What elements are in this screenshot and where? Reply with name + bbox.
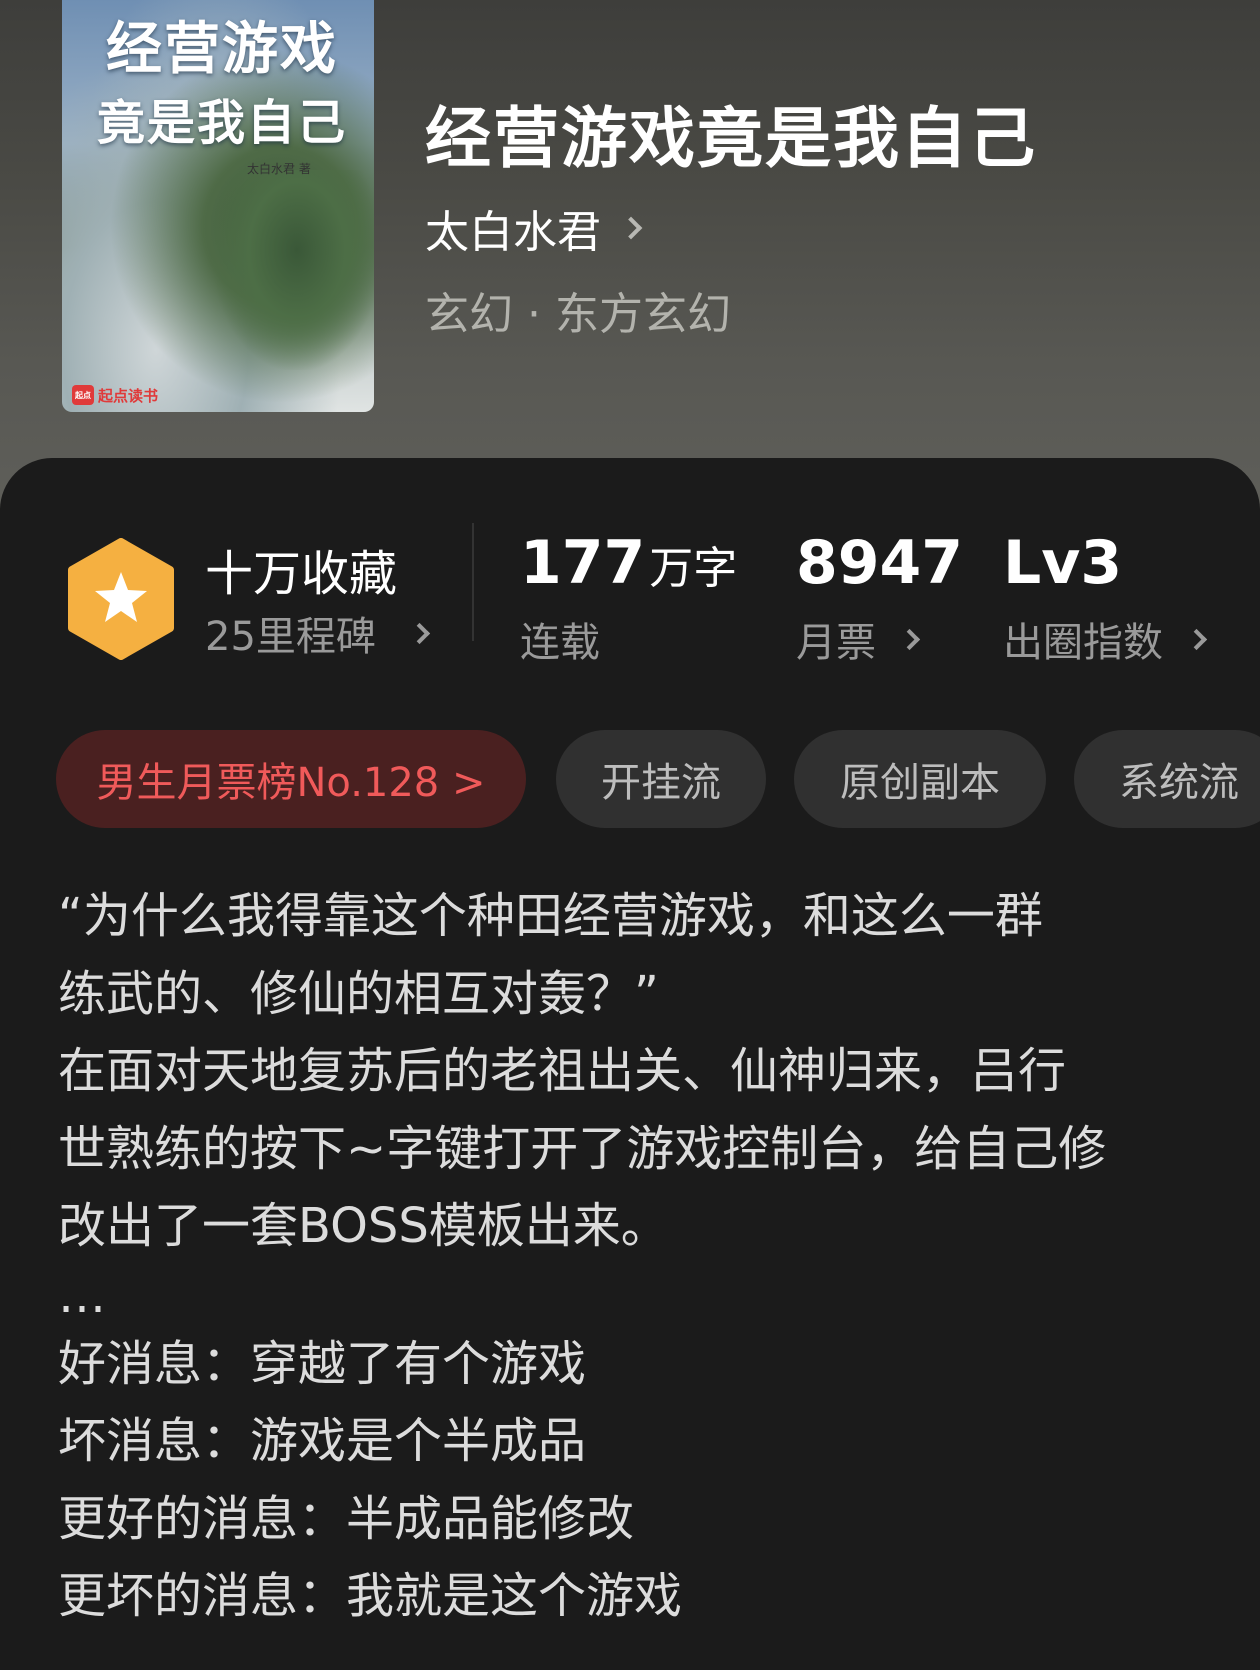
- description-line: …: [58, 1267, 106, 1324]
- collection-milestone-link[interactable]: 25里程碑: [205, 604, 431, 662]
- monthly-ticket-count: 8947: [796, 528, 963, 598]
- description-line: 更好的消息：半成品能修改: [58, 1490, 635, 1547]
- collection-milestone-title[interactable]: 十万收藏: [205, 534, 397, 604]
- cover-title-line1: 经营游戏: [106, 16, 338, 82]
- brand-name: 起点读书: [98, 386, 159, 405]
- breakout-index-level: Lv3: [1003, 528, 1123, 598]
- stats-row: 十万收藏 25里程碑 177万字 连载 8947 月票 Lv3 出圈指数: [0, 458, 1260, 666]
- collection-milestone-subtitle: 25里程碑: [205, 614, 376, 660]
- breakout-index-label: 出圈指数: [1003, 620, 1163, 666]
- monthly-ticket-label: 月票: [796, 620, 876, 666]
- cover-mountain-art: [212, 170, 374, 370]
- book-header: 经营游戏 竟是我自己 太白水君 著 起点 起点读书 经营游戏竟是我自己 太白水君…: [0, 0, 1260, 520]
- book-title: 经营游戏竟是我自己: [425, 99, 1037, 177]
- word-count: 177万字: [520, 528, 737, 598]
- breakout-index-link[interactable]: 出圈指数: [1003, 610, 1208, 668]
- cover-title-line2: 竟是我自己: [96, 95, 347, 151]
- chevron-right-icon: [408, 622, 431, 644]
- brand-logo-icon: 起点: [72, 385, 94, 405]
- tag-cheat[interactable]: 开挂流: [556, 730, 766, 828]
- stats-divider: [472, 523, 474, 641]
- description-line: 好消息：穿越了有个游戏: [58, 1335, 587, 1392]
- cover-brand: 起点 起点读书: [72, 384, 158, 406]
- author-link[interactable]: 太白水君: [425, 196, 643, 260]
- star-badge-icon: [68, 538, 174, 660]
- serial-status-label: 连载: [520, 620, 600, 666]
- description-line: 改出了一套BOSS模板出来。: [58, 1198, 669, 1254]
- tag-system[interactable]: 系统流: [1074, 730, 1260, 828]
- book-info-card: 十万收藏 25里程碑 177万字 连载 8947 月票 Lv3 出圈指数 男生月…: [0, 458, 1260, 1670]
- cover-title: 经营游戏 竟是我自己: [92, 12, 352, 160]
- book-description[interactable]: “为什么我得靠这个种田经营游戏，和这么一群 练武的、修仙的相互对轰？” 在面对天…: [58, 878, 1208, 1636]
- tag-row: 男生月票榜No.128 > 开挂流 原创副本 系统流: [0, 730, 1260, 830]
- chevron-right-icon: [898, 628, 921, 650]
- rank-tag[interactable]: 男生月票榜No.128 >: [56, 730, 526, 828]
- description-line: “为什么我得靠这个种田经营游戏，和这么一群: [58, 888, 1043, 944]
- book-cover[interactable]: 经营游戏 竟是我自己 太白水君 著 起点 起点读书: [62, 0, 374, 412]
- description-line: 练武的、修仙的相互对轰？”: [58, 965, 659, 1022]
- author-name: 太白水君: [425, 207, 601, 258]
- description-line: 世熟练的按下~字键打开了游戏控制台，给自己修: [58, 1120, 1107, 1177]
- serial-status: 连载: [520, 610, 600, 668]
- monthly-ticket-link[interactable]: 月票: [796, 610, 921, 668]
- word-count-number: 177: [520, 528, 646, 598]
- description-line: 坏消息：游戏是个半成品: [58, 1413, 587, 1469]
- chevron-right-icon: [1185, 628, 1208, 650]
- word-count-unit: 万字: [649, 543, 738, 594]
- description-line: 更坏的消息：我就是这个游戏: [58, 1568, 683, 1624]
- description-line: 在面对天地复苏后的老祖出关、仙神归来，吕行: [58, 1043, 1067, 1099]
- cover-author: 太白水君 著: [247, 162, 311, 176]
- genre-label[interactable]: 玄幻 · 东方玄幻: [425, 278, 731, 342]
- tag-original-dungeon[interactable]: 原创副本: [794, 730, 1046, 828]
- chevron-right-icon: [619, 216, 643, 240]
- book-detail-page: 经营游戏 竟是我自己 太白水君 著 起点 起点读书 经营游戏竟是我自己 太白水君…: [0, 0, 1260, 1670]
